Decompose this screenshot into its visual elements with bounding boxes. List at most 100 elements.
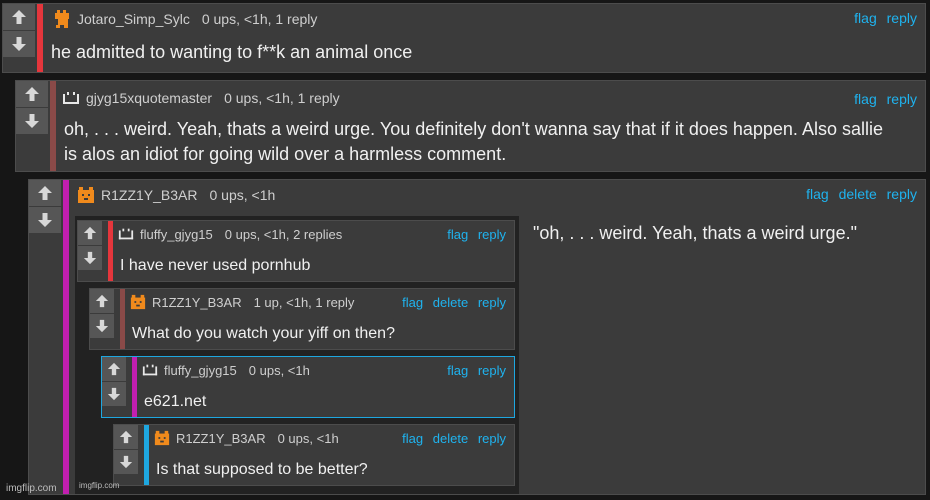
comment-actions: flag reply [848, 10, 917, 26]
comment-header: fluffy_gjyg15 0 ups, <1h [142, 362, 310, 378]
delete-link[interactable]: delete [839, 186, 877, 202]
thread-bar [63, 180, 69, 494]
reply-link[interactable]: reply [887, 91, 917, 107]
embedded-comment-2: R1ZZ1Y_B3AR 1 up, <1h, 1 reply flag dele… [89, 288, 515, 350]
comment-meta: 0 ups, <1h, 1 reply [224, 90, 340, 106]
comment-text: he admitted to wanting to f**k an animal… [51, 42, 413, 62]
username[interactable]: gjyg15xquotemaster [86, 90, 212, 106]
avatar-icon [130, 294, 146, 310]
arrow-up-icon [95, 294, 109, 308]
arrow-up-icon [38, 186, 52, 200]
arrow-up-icon [83, 226, 97, 240]
flag-link[interactable]: flag [806, 186, 829, 202]
upvote-button [90, 289, 114, 314]
embed-footer: imgflip.com [79, 481, 120, 490]
upvote-button[interactable] [29, 180, 61, 207]
comment-actions: flag reply [441, 227, 506, 242]
vote-column [102, 357, 126, 407]
arrow-up-icon [12, 10, 26, 24]
flag-link: flag [447, 227, 469, 242]
comment-meta: 0 ups, <1h [248, 362, 310, 378]
upvote-button[interactable] [16, 81, 48, 108]
upvote-button[interactable] [3, 4, 35, 31]
comment-r1zz1y-b3ar: R1ZZ1Y_B3AR 0 ups, <1h flag delete reply… [28, 179, 926, 495]
username[interactable]: Jotaro_Simp_Sylc [77, 11, 190, 27]
comment-text-line-2: is alos an idiot for going wild over a h… [64, 144, 507, 164]
comment-actions: flag reply [441, 363, 506, 378]
comment-meta: 0 ups, <1h, 1 reply [201, 11, 318, 27]
downvote-button[interactable] [16, 108, 48, 135]
flag-link[interactable]: flag [854, 91, 877, 107]
comment-header: gjyg15xquotemaster 0 ups, <1h, 1 reply [62, 89, 340, 107]
arrow-up-icon [119, 430, 133, 444]
comment-text: I have never used pornhub [120, 257, 311, 274]
avatar-icon [55, 10, 69, 28]
comment-meta: 0 ups, <1h [209, 187, 276, 203]
downvote-button [78, 246, 102, 271]
comment-actions: flag reply [848, 91, 917, 107]
comment-actions: flag delete reply [396, 431, 506, 446]
thread-bar [50, 81, 56, 171]
embedded-screenshot[interactable]: fluffy_gjyg15 0 ups, <1h, 2 replies flag… [75, 216, 519, 494]
vote-column [29, 180, 61, 234]
avatar-icon [63, 92, 79, 104]
comment-text: e621.net [144, 393, 207, 410]
flag-link: flag [447, 363, 469, 378]
arrow-down-icon [25, 114, 39, 128]
arrow-down-icon [38, 213, 52, 227]
thread-bar [120, 289, 125, 349]
arrow-down-icon [12, 37, 26, 51]
vote-column [90, 289, 114, 339]
upvote-button [102, 357, 126, 382]
flag-link[interactable]: flag [854, 10, 877, 26]
username: fluffy_gjyg15 [140, 226, 213, 242]
vote-column [16, 81, 48, 135]
comment-header: R1ZZ1Y_B3AR 0 ups, <1h [77, 186, 275, 204]
thread-bar [132, 357, 137, 417]
downvote-button[interactable] [29, 207, 61, 234]
reply-link: reply [477, 227, 506, 242]
delete-link: delete [432, 431, 469, 446]
downvote-button [102, 382, 126, 407]
thread-bar [144, 425, 149, 485]
flag-link: flag [402, 431, 424, 446]
username: R1ZZ1Y_B3AR [176, 430, 266, 446]
arrow-down-icon [95, 319, 109, 333]
imgflip-watermark: imgflip.com [6, 483, 57, 494]
comment-header: Jotaro_Simp_Sylc 0 ups, <1h, 1 reply [53, 10, 317, 28]
upvote-button [114, 425, 138, 450]
thread-bar [108, 221, 113, 281]
reply-link: reply [477, 431, 506, 446]
arrow-up-icon [25, 87, 39, 101]
vote-column [78, 221, 102, 271]
comment-text-line-1: oh, . . . weird. Yeah, thats a weird urg… [64, 119, 883, 139]
reply-link: reply [477, 363, 506, 378]
comment-text: Is that supposed to be better? [156, 461, 368, 478]
comment-header: R1ZZ1Y_B3AR 0 ups, <1h [154, 430, 339, 446]
username[interactable]: R1ZZ1Y_B3AR [101, 187, 197, 203]
avatar-icon [142, 364, 158, 376]
avatar-icon [78, 187, 94, 203]
comment-quote: "oh, . . . weird. Yeah, thats a weird ur… [533, 223, 857, 243]
comment-header: R1ZZ1Y_B3AR 1 up, <1h, 1 reply [130, 294, 354, 310]
reply-link[interactable]: reply [887, 186, 917, 202]
reply-link[interactable]: reply [887, 10, 917, 26]
reply-link: reply [477, 295, 506, 310]
downvote-button [90, 314, 114, 339]
comment-meta: 0 ups, <1h [277, 430, 339, 446]
username: R1ZZ1Y_B3AR [152, 294, 242, 310]
comment-actions: flag delete reply [396, 295, 506, 310]
flag-link: flag [402, 295, 424, 310]
embedded-comment-1: fluffy_gjyg15 0 ups, <1h, 2 replies flag… [77, 220, 515, 282]
comment-jotaro: Jotaro_Simp_Sylc 0 ups, <1h, 1 reply fla… [2, 3, 926, 73]
comment-actions: flag delete reply [800, 186, 917, 202]
arrow-down-icon [83, 251, 97, 265]
arrow-up-icon [107, 362, 121, 376]
comment-gjyg15xquotemaster: gjyg15xquotemaster 0 ups, <1h, 1 reply f… [15, 80, 926, 172]
comment-text: What do you watch your yiff on then? [132, 325, 395, 342]
comment-meta: 1 up, <1h, 1 reply [253, 294, 355, 310]
downvote-button[interactable] [3, 31, 35, 58]
arrow-down-icon [119, 455, 133, 469]
embedded-comment-4: R1ZZ1Y_B3AR 0 ups, <1h flag delete reply… [113, 424, 515, 486]
upvote-button [78, 221, 102, 246]
